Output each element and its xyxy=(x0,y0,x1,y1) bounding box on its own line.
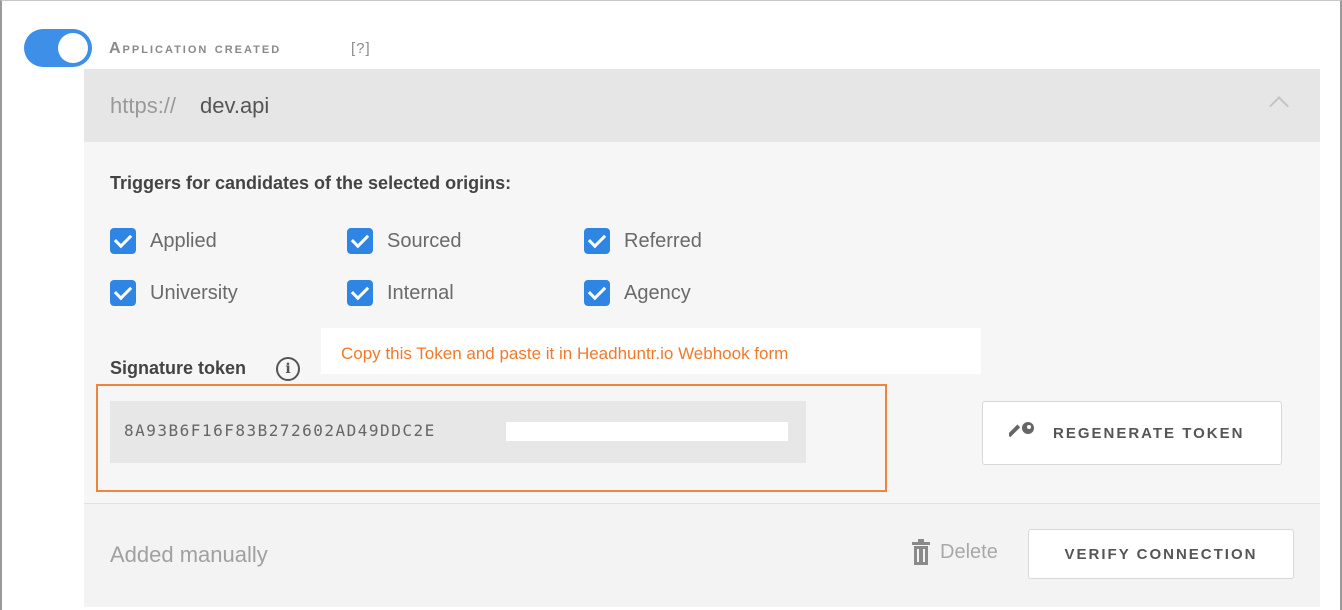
verify-connection-button[interactable]: VERIFY CONNECTION xyxy=(1028,529,1294,579)
check-icon[interactable] xyxy=(347,228,373,254)
triggers-heading: Triggers for candidates of the selected … xyxy=(110,173,512,193)
checkbox-label: Applied xyxy=(150,229,217,252)
info-icon[interactable]: i xyxy=(276,357,300,381)
checkbox-referred[interactable]: Referred xyxy=(584,228,702,254)
url-prefix: https:// xyxy=(110,93,177,118)
instruction-note: Copy this Token and paste it in Headhunt… xyxy=(321,328,981,374)
checkbox-internal[interactable]: Internal xyxy=(347,280,454,306)
checkbox-label: University xyxy=(150,281,238,304)
token-redaction xyxy=(506,422,788,441)
checkbox-label: Agency xyxy=(624,281,691,304)
toggle-knob xyxy=(58,33,88,63)
url-host: dev.api xyxy=(200,93,270,118)
card-footer: Added manually Delete VERIFY CONNECTION xyxy=(84,503,1320,607)
delete-button[interactable]: Delete xyxy=(910,538,998,566)
check-icon[interactable] xyxy=(584,280,610,306)
checkbox-agency[interactable]: Agency xyxy=(584,280,691,306)
checkbox-label: Referred xyxy=(624,229,702,252)
instruction-note-text: Copy this Token and paste it in Headhunt… xyxy=(341,344,789,363)
signature-token-label: Signature token xyxy=(110,358,247,378)
chevron-up-icon[interactable] xyxy=(1269,96,1289,116)
trash-icon xyxy=(912,539,930,565)
signature-token-value: 8A93B6F16F83B272602AD49DDC2E xyxy=(124,421,436,440)
checkbox-sourced[interactable]: Sourced xyxy=(347,228,462,254)
check-icon[interactable] xyxy=(110,280,136,306)
webhook-card: https:// dev.api Triggers for candidates… xyxy=(84,69,1320,607)
check-icon[interactable] xyxy=(584,228,610,254)
checkbox-label: Sourced xyxy=(387,229,462,252)
regenerate-token-button[interactable]: REGENERATE TOKEN xyxy=(982,401,1282,465)
webhook-enabled-toggle[interactable] xyxy=(24,29,92,67)
check-icon[interactable] xyxy=(347,280,373,306)
verify-connection-label: VERIFY CONNECTION xyxy=(1064,545,1258,563)
webhook-url-header[interactable]: https:// dev.api xyxy=(84,69,1320,142)
checkbox-university[interactable]: University xyxy=(110,280,238,306)
regenerate-token-label: REGENERATE TOKEN xyxy=(1053,424,1245,442)
checkbox-label: Internal xyxy=(387,281,454,304)
help-link[interactable]: [?] xyxy=(351,40,371,57)
checkbox-applied[interactable]: Applied xyxy=(110,228,217,254)
check-icon[interactable] xyxy=(110,228,136,254)
key-icon xyxy=(1009,422,1034,438)
event-title: Application created xyxy=(109,40,282,57)
webhook-panel: Application created [?] https:// dev.api… xyxy=(0,0,1342,610)
delete-label: Delete xyxy=(940,540,998,563)
added-status: Added manually xyxy=(110,542,268,567)
